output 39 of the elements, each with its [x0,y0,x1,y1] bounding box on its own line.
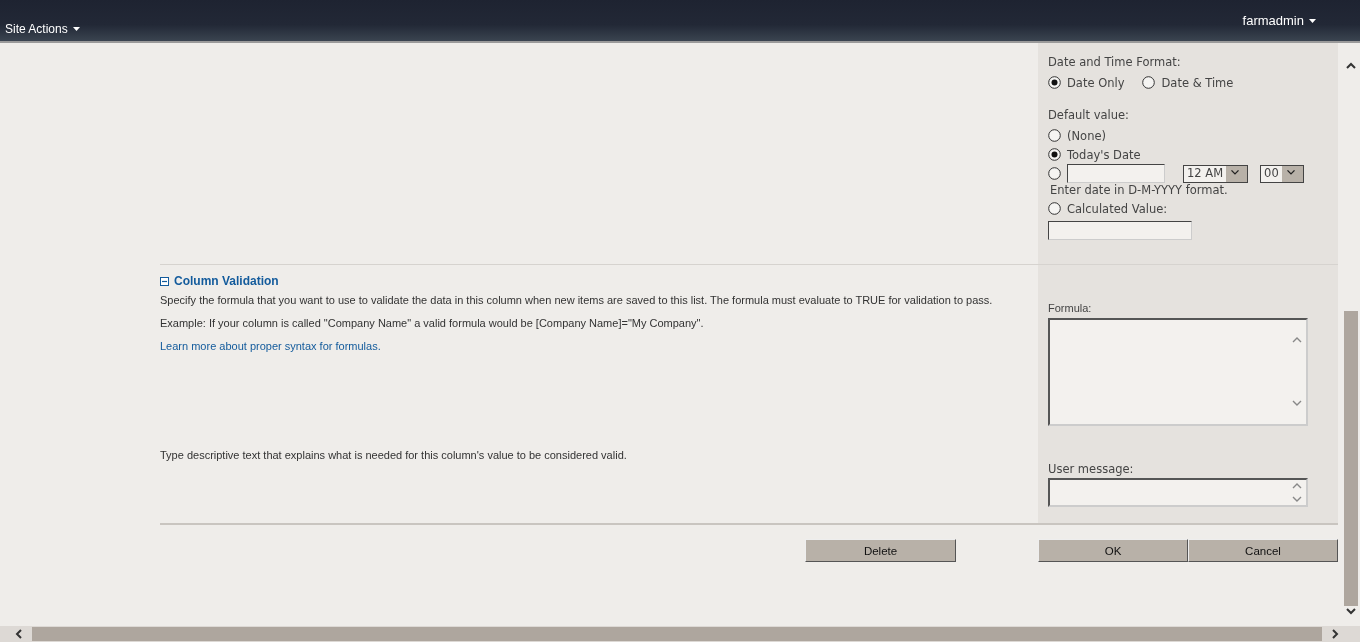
scroll-down-icon[interactable] [1346,606,1356,616]
scroll-up-icon[interactable] [1346,61,1356,71]
dialog-button[interactable]: Cancel [1188,539,1338,562]
help-link[interactable]: Learn more about proper syntax for formulas. [160,340,381,352]
caret-icon [1309,18,1316,23]
radio-button[interactable] [1048,202,1061,215]
scrollbar-thumb[interactable] [1344,311,1358,606]
date-field[interactable] [1067,164,1165,183]
radio-button[interactable] [1048,129,1061,142]
scroll-left-icon[interactable] [14,629,24,639]
field-label: Default value: [1048,108,1130,122]
site-actions-menu[interactable]: Site Actions [0,22,80,41]
radio-button[interactable] [1048,148,1061,161]
radio-button[interactable] [1048,76,1061,89]
dropdown[interactable]: 12 AM [1183,164,1249,183]
option-label: Date & Time [1161,75,1234,90]
dropdown[interactable]: 00 [1260,164,1304,183]
description-text: Specify the formula that you want to use to validate the data in this column when new items are saved to this list. The formula must evaluate to TRUE for validation to pass. [160,294,994,306]
option-label: Date Only [1067,75,1125,90]
option-label: Today's Date [1067,147,1141,162]
user-menu[interactable]: farmadmin [1242,0,1360,28]
dialog-button[interactable]: OK [1038,539,1188,562]
section-title: Column Validation [174,274,279,288]
scroll-right-icon[interactable] [1330,629,1340,639]
radio-button[interactable] [1048,167,1061,180]
option-label: (None) [1067,128,1106,143]
calculated-value-field[interactable] [1048,221,1192,240]
field-label: User message: [1048,462,1135,476]
scrollbar-thumb[interactable] [32,627,1322,641]
caret-icon [72,27,80,31]
collapse-icon[interactable] [160,276,169,286]
field-label: Date and Time Format: [1048,55,1182,69]
delete-button[interactable]: Delete [805,539,956,562]
radio-button[interactable] [1142,76,1156,89]
hint-text: Enter date in D-M-YYYY format. [1049,183,1229,199]
example-text: Example: If your column is called "Company Name" a valid formula would be [Company Name]="My Company". [160,317,705,329]
option-label: Calculated Value: [1067,201,1168,216]
help-text: Type descriptive text that explains what is needed for this column's value to be considered valid. [160,449,628,461]
field-label: Formula: [1048,302,1093,314]
